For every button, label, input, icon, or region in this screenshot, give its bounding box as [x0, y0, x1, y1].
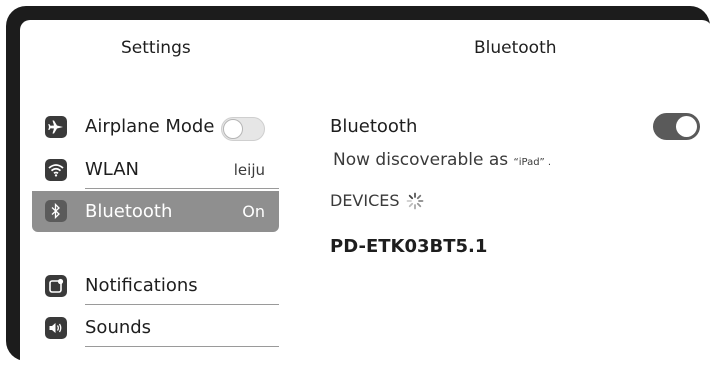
sidebar-item-label: WLAN: [85, 159, 140, 180]
discoverable-text: Now discoverable as: [333, 150, 514, 170]
sidebar-item-label: Sounds: [85, 317, 152, 338]
sounds-icon: [45, 317, 67, 339]
airplane-icon: [45, 116, 67, 138]
bluetooth-icon: [45, 200, 67, 222]
sidebar-item-label: Notifications: [85, 275, 198, 296]
sidebar-item-label: Airplane Mode: [85, 116, 215, 137]
separator: [85, 188, 279, 189]
toggle-knob: [223, 119, 243, 139]
sidebar-item-sounds[interactable]: Sounds: [32, 309, 279, 347]
sidebar-item-wlan[interactable]: WLAN leiju: [32, 151, 279, 189]
bluetooth-setting-label: Bluetooth: [330, 116, 418, 137]
discoverable-device-name: “iPad” .: [513, 157, 552, 168]
sidebar-item-label: Bluetooth: [85, 201, 173, 222]
wifi-icon: [45, 159, 67, 181]
notifications-icon: [45, 275, 67, 297]
devices-section-header: DEVICES: [330, 191, 424, 210]
sidebar-item-notifications[interactable]: Notifications: [32, 267, 279, 305]
settings-title: Settings: [121, 38, 191, 58]
wlan-network-name: leiju: [233, 161, 265, 179]
device-list-item[interactable]: PD-ETK03BT5.1: [330, 236, 487, 257]
loading-spinner-icon: [406, 192, 423, 209]
discoverable-status: Now discoverable as “iPad” .: [333, 150, 551, 170]
sidebar-item-bluetooth[interactable]: Bluetooth On: [32, 191, 279, 232]
separator: [85, 304, 279, 305]
airplane-mode-toggle[interactable]: [221, 117, 265, 141]
toggle-knob: [676, 116, 697, 137]
bluetooth-status: On: [242, 202, 265, 221]
separator: [85, 346, 279, 347]
devices-header-label: DEVICES: [330, 191, 400, 210]
bluetooth-toggle[interactable]: [653, 113, 700, 140]
detail-title: Bluetooth: [474, 38, 557, 58]
